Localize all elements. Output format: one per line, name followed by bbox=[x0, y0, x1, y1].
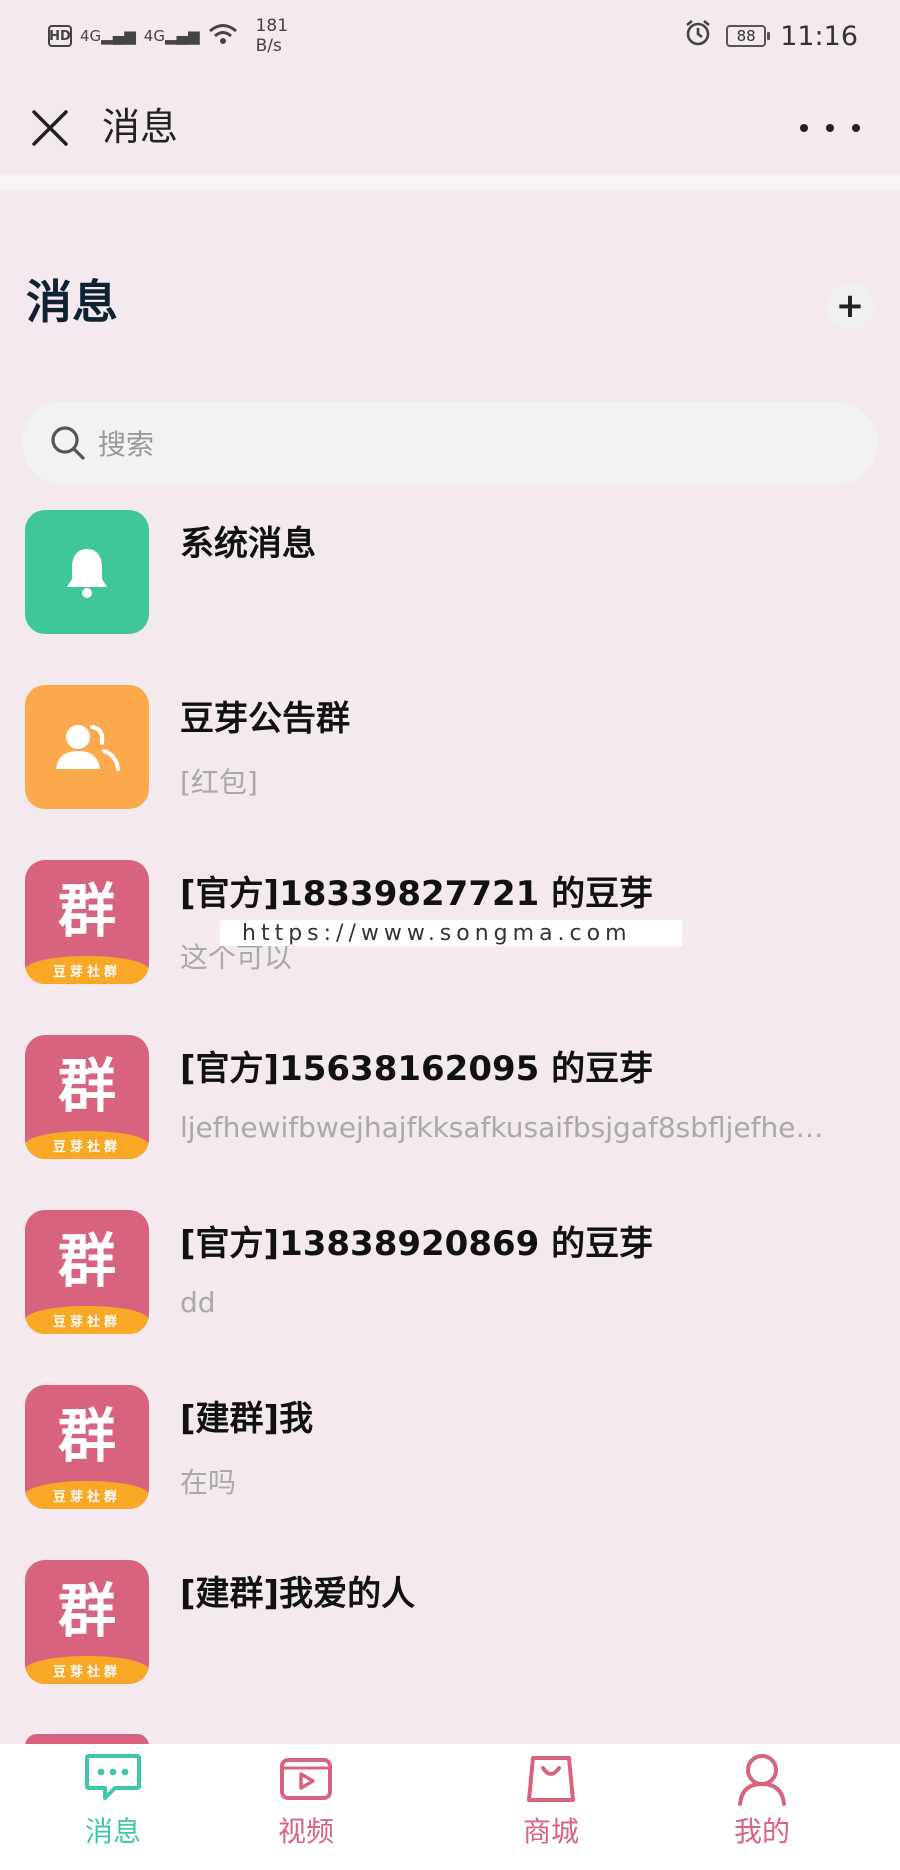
more-icon[interactable] bbox=[800, 108, 860, 148]
shopping-bag-icon bbox=[527, 1756, 575, 1802]
conversation-item[interactable]: 群 豆芽社群 [建群]我爱的人 bbox=[0, 1560, 900, 1710]
conversation-title: [官方]13838920869 的豆芽 bbox=[180, 1224, 654, 1264]
tab-me[interactable]: 我的 bbox=[702, 1750, 822, 1860]
chat-icon bbox=[85, 1754, 141, 1800]
conversation-title: [官方]18339827721 的豆芽 bbox=[180, 874, 654, 914]
avatar-char: 群 bbox=[57, 1402, 116, 1470]
avatar-char: 群 bbox=[57, 1227, 116, 1295]
avatar-char: 群 bbox=[57, 877, 116, 945]
tab-mall[interactable]: 商城 bbox=[491, 1750, 611, 1860]
conversation-title: [建群]我爱的人 bbox=[180, 1574, 416, 1614]
avatar-band: 豆芽社群 bbox=[25, 956, 149, 984]
user-icon bbox=[738, 1754, 786, 1806]
avatar-band: 豆芽社群 bbox=[25, 1481, 149, 1509]
group-avatar: 群 豆芽社群 bbox=[25, 1385, 149, 1509]
add-button[interactable]: + bbox=[826, 282, 874, 330]
network-speed: 181 B/s bbox=[256, 16, 288, 56]
group-avatar: 群 豆芽社群 bbox=[25, 1210, 149, 1334]
video-icon bbox=[280, 1758, 332, 1800]
signal-icon: 4G▂▄▆ bbox=[80, 27, 136, 45]
wifi-icon bbox=[208, 22, 238, 51]
clock: 11:16 bbox=[780, 20, 858, 52]
tab-label: 我的 bbox=[733, 1815, 790, 1848]
signal-label: 4G bbox=[80, 27, 102, 45]
group-avatar: 群 豆芽社群 bbox=[25, 1035, 149, 1159]
conversation-preview: ljefhewifbwejhajfkksafkusaifbsjgaf8sbflj… bbox=[180, 1111, 840, 1144]
group-avatar: 群 豆芽社群 bbox=[25, 1560, 149, 1684]
search-bar[interactable]: 搜索 bbox=[22, 402, 878, 484]
conversation-title: 系统消息 bbox=[180, 524, 316, 564]
avatar-band: 豆芽社群 bbox=[25, 1656, 149, 1684]
tab-label: 视频 bbox=[277, 1815, 334, 1848]
alarm-icon bbox=[684, 19, 712, 54]
signal-icon: 4G▂▄▆ bbox=[143, 27, 200, 45]
avatar bbox=[25, 685, 149, 809]
nav-title: 消息 bbox=[102, 105, 179, 149]
hd-badge: HD bbox=[48, 25, 72, 47]
status-left: HD 4G▂▄▆ 4G▂▄▆ 181 B/s bbox=[48, 14, 288, 58]
speed-value: 181 bbox=[255, 16, 289, 36]
avatar-band: 豆芽社群 bbox=[25, 1306, 149, 1334]
group-avatar: 群 豆芽社群 bbox=[25, 860, 149, 984]
conversation-item-system[interactable]: 系统消息 bbox=[0, 510, 900, 660]
close-icon[interactable] bbox=[28, 106, 72, 150]
conversation-item[interactable]: 群 豆芽社群 [建群]我 在吗 bbox=[0, 1385, 900, 1535]
avatar bbox=[25, 510, 149, 634]
bell-icon bbox=[67, 549, 107, 598]
search-input[interactable]: 搜索 bbox=[98, 423, 154, 463]
tab-messages[interactable]: 消息 bbox=[53, 1750, 173, 1860]
avatar-char: 群 bbox=[57, 1577, 116, 1645]
battery-icon: 88 bbox=[726, 25, 771, 47]
conversation-title: [建群]我 bbox=[180, 1399, 314, 1439]
status-right: 88 11:16 bbox=[684, 14, 858, 58]
avatar-char: 群 bbox=[57, 1052, 116, 1120]
conversation-preview: dd bbox=[180, 1286, 216, 1319]
people-icon bbox=[56, 725, 120, 771]
conversation-preview: [红包] bbox=[180, 766, 258, 799]
conversation-title: 豆芽公告群 bbox=[180, 699, 350, 739]
tab-label: 消息 bbox=[84, 1815, 141, 1848]
conversation-item-announcement[interactable]: 豆芽公告群 [红包] bbox=[0, 685, 900, 835]
conversation-item[interactable]: 群 豆芽社群 [官方]13838920869 的豆芽 dd bbox=[0, 1210, 900, 1360]
tab-label: 商城 bbox=[522, 1815, 579, 1848]
avatar-band: 豆芽社群 bbox=[25, 1131, 149, 1159]
conversation-title: [官方]15638162095 的豆芽 bbox=[180, 1049, 654, 1089]
conversation-preview: 在吗 bbox=[180, 1466, 237, 1499]
watermark: https://www.songma.com bbox=[220, 920, 682, 946]
speed-unit: B/s bbox=[255, 36, 282, 56]
divider bbox=[0, 174, 900, 190]
page-title: 消息 bbox=[26, 275, 118, 329]
conversation-item[interactable]: 群 豆芽社群 [官方]15638162095 的豆芽 ljefhewifbwej… bbox=[0, 1035, 900, 1185]
tab-video[interactable]: 视频 bbox=[246, 1750, 366, 1860]
search-icon bbox=[51, 426, 85, 460]
battery-level: 88 bbox=[736, 27, 756, 45]
signal-label: 4G bbox=[143, 27, 165, 45]
